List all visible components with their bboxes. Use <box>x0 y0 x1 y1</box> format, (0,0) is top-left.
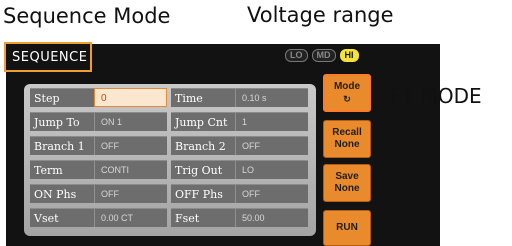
param-label: OFF Phs <box>171 184 235 203</box>
param-label: Fset <box>171 208 235 227</box>
recall-softkey[interactable]: Recall None <box>323 120 371 158</box>
param-term[interactable]: Term CONTI <box>30 160 167 179</box>
voltage-range-annotation: Voltage range <box>247 3 394 27</box>
param-branch-2[interactable]: Branch 2 OFF <box>171 136 308 155</box>
param-label: Vset <box>30 208 94 227</box>
softkey-sublabel: None <box>334 139 360 150</box>
mode-softkey[interactable]: Mode ↻ <box>323 74 371 112</box>
param-value: OFF <box>94 184 167 203</box>
param-value: ON 1 <box>94 112 167 131</box>
param-value: 50.00 <box>235 208 308 227</box>
param-value: OFF <box>94 136 167 155</box>
param-off-phs[interactable]: OFF Phs OFF <box>171 184 308 203</box>
param-fset[interactable]: Fset 50.00 <box>171 208 308 227</box>
sequence-mode-annotation: Sequence Mode <box>3 4 171 28</box>
param-label: ON Phs <box>30 184 94 203</box>
param-jump-cnt[interactable]: Jump Cnt 1 <box>171 112 308 131</box>
param-value: OFF <box>235 136 308 155</box>
parameter-grid: Step 0 Time 0.10 s Jump To ON 1 Jump Cnt… <box>30 88 310 228</box>
range-md-indicator: MD <box>311 49 336 62</box>
param-value: 1 <box>235 112 308 131</box>
param-label: Step <box>30 88 94 107</box>
param-trig-out[interactable]: Trig Out LO <box>171 160 308 179</box>
param-label: Jump To <box>30 112 94 131</box>
param-label: Branch 1 <box>30 136 94 155</box>
param-label: Time <box>171 88 235 107</box>
param-label: Branch 2 <box>171 136 235 155</box>
param-time[interactable]: Time 0.10 s <box>171 88 308 107</box>
softkey-label: RUN <box>336 222 358 233</box>
range-lo-indicator: LO <box>285 49 308 62</box>
softkey-label: Mode <box>333 81 361 92</box>
param-on-phs[interactable]: ON Phs OFF <box>30 184 167 203</box>
param-value: OFF <box>235 184 308 203</box>
param-vset[interactable]: Vset 0.00 CT <box>30 208 167 227</box>
screen-title: SEQUENCE <box>12 50 88 65</box>
param-step[interactable]: Step 0 <box>30 88 167 107</box>
softkey-label: Save <box>335 171 359 182</box>
param-jump-to[interactable]: Jump To ON 1 <box>30 112 167 131</box>
param-value: LO <box>235 160 308 179</box>
run-softkey[interactable]: RUN <box>323 210 371 246</box>
param-label: Term <box>30 160 94 179</box>
param-value: 0.10 s <box>235 88 308 107</box>
f1-mode-annotation: F1 MODE <box>390 84 482 108</box>
softkey-sublabel: None <box>334 183 360 194</box>
softkey-label: Recall <box>332 127 362 138</box>
param-branch-1[interactable]: Branch 1 OFF <box>30 136 167 155</box>
range-indicators: LO MD HI <box>285 49 359 62</box>
refresh-icon: ↻ <box>343 94 351 104</box>
range-hi-indicator: HI <box>339 49 359 62</box>
param-value: CONTI <box>94 160 167 179</box>
step-input[interactable]: 0 <box>94 88 167 107</box>
save-softkey[interactable]: Save None <box>323 164 371 202</box>
param-label: Trig Out <box>171 160 235 179</box>
param-label: Jump Cnt <box>171 112 235 131</box>
param-value: 0.00 CT <box>94 208 167 227</box>
